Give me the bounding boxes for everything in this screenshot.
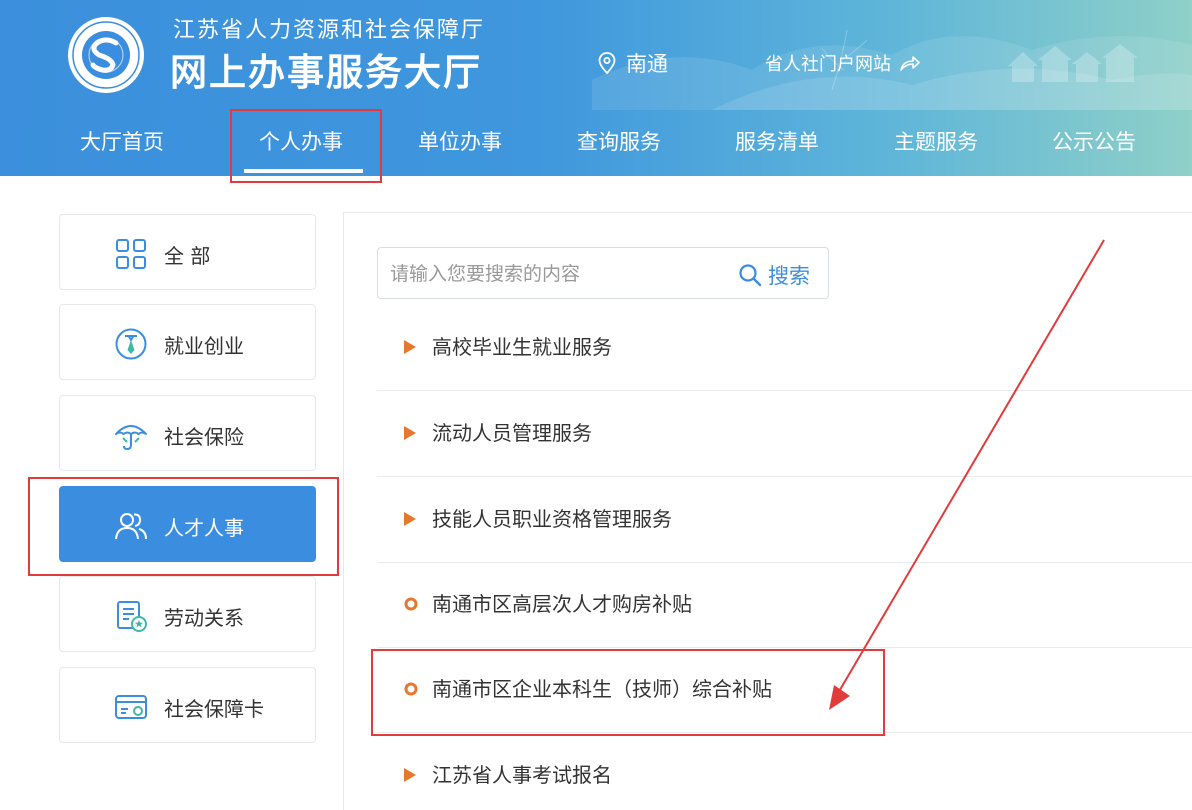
circle-bullet-icon — [404, 597, 418, 611]
sidebar-item-social-card[interactable]: 社会保障卡 — [59, 667, 316, 743]
search-box: 搜索 — [377, 247, 829, 299]
list-item-label: 流动人员管理服务 — [432, 421, 592, 445]
sidebar-item-labor[interactable]: 劳动关系 — [59, 576, 316, 652]
sidebar-item-label: 就业创业 — [164, 334, 244, 358]
site-header: 江苏省人力资源和社会保障厅 网上办事服务大厅 南通 省人社门户网站 大厅首页 个… — [0, 0, 1192, 176]
list-item[interactable]: 江苏省人事考试报名 — [377, 733, 1192, 810]
umbrella-icon — [115, 425, 147, 451]
sidebar-item-all[interactable]: 全 部 — [59, 214, 316, 290]
list-item[interactable]: 流动人员管理服务 — [377, 391, 1192, 477]
annotation-box-nav — [230, 109, 382, 183]
sidebar-item-label: 社会保障卡 — [164, 697, 264, 721]
nav-item-home[interactable]: 大厅首页 — [80, 126, 164, 156]
triangle-bullet-icon — [404, 768, 416, 782]
annotation-box-list-item — [371, 649, 885, 736]
search-input[interactable] — [390, 260, 720, 288]
list-item-label: 江苏省人事考试报名 — [432, 763, 612, 787]
share-arrow-icon — [900, 56, 920, 71]
nav-item-notice[interactable]: 公示公告 — [1052, 126, 1136, 156]
document-icon — [117, 601, 147, 632]
nav-item-organization[interactable]: 单位办事 — [418, 126, 502, 156]
list-item[interactable]: 技能人员职业资格管理服务 — [377, 477, 1192, 563]
list-item-label: 高校毕业生就业服务 — [432, 335, 612, 359]
card-icon — [115, 695, 147, 719]
sidebar-item-employment[interactable]: 就业创业 — [59, 304, 316, 380]
list-item[interactable]: 高校毕业生就业服务 — [377, 305, 1192, 391]
sidebar-item-insurance[interactable]: 社会保险 — [59, 395, 316, 471]
list-item-label: 南通市区高层次人才购房补贴 — [432, 592, 692, 616]
triangle-bullet-icon — [404, 340, 416, 354]
site-title: 网上办事服务大厅 — [170, 51, 482, 94]
grid-icon — [116, 239, 146, 269]
location-selector[interactable]: 南通 — [598, 48, 668, 78]
main-navigation: 大厅首页 个人办事 单位办事 查询服务 服务清单 主题服务 公示公告 — [0, 112, 1192, 176]
list-item[interactable]: 南通市区高层次人才购房补贴 — [377, 562, 1192, 648]
search-button-label: 搜索 — [768, 264, 810, 288]
triangle-bullet-icon — [404, 512, 416, 526]
nav-item-theme[interactable]: 主题服务 — [894, 126, 978, 156]
triangle-bullet-icon — [404, 426, 416, 440]
sidebar-item-label: 劳动关系 — [164, 606, 244, 630]
sidebar-item-label: 社会保险 — [164, 425, 244, 449]
ministry-logo-icon — [68, 17, 144, 93]
employment-icon — [115, 328, 147, 360]
search-icon — [739, 264, 762, 287]
location-pin-icon — [598, 52, 616, 74]
nav-item-query[interactable]: 查询服务 — [577, 126, 661, 156]
portal-link[interactable]: 省人社门户网站 — [765, 50, 921, 76]
location-label: 南通 — [626, 52, 668, 76]
annotation-box-sidebar — [28, 477, 339, 576]
nav-item-service-list[interactable]: 服务清单 — [735, 126, 819, 156]
list-item-label: 技能人员职业资格管理服务 — [432, 507, 672, 531]
sidebar-item-label: 全 部 — [164, 244, 211, 268]
site-subtitle: 江苏省人力资源和社会保障厅 — [173, 18, 486, 43]
search-button[interactable]: 搜索 — [738, 260, 810, 290]
portal-link-label: 省人社门户网站 — [765, 54, 891, 75]
